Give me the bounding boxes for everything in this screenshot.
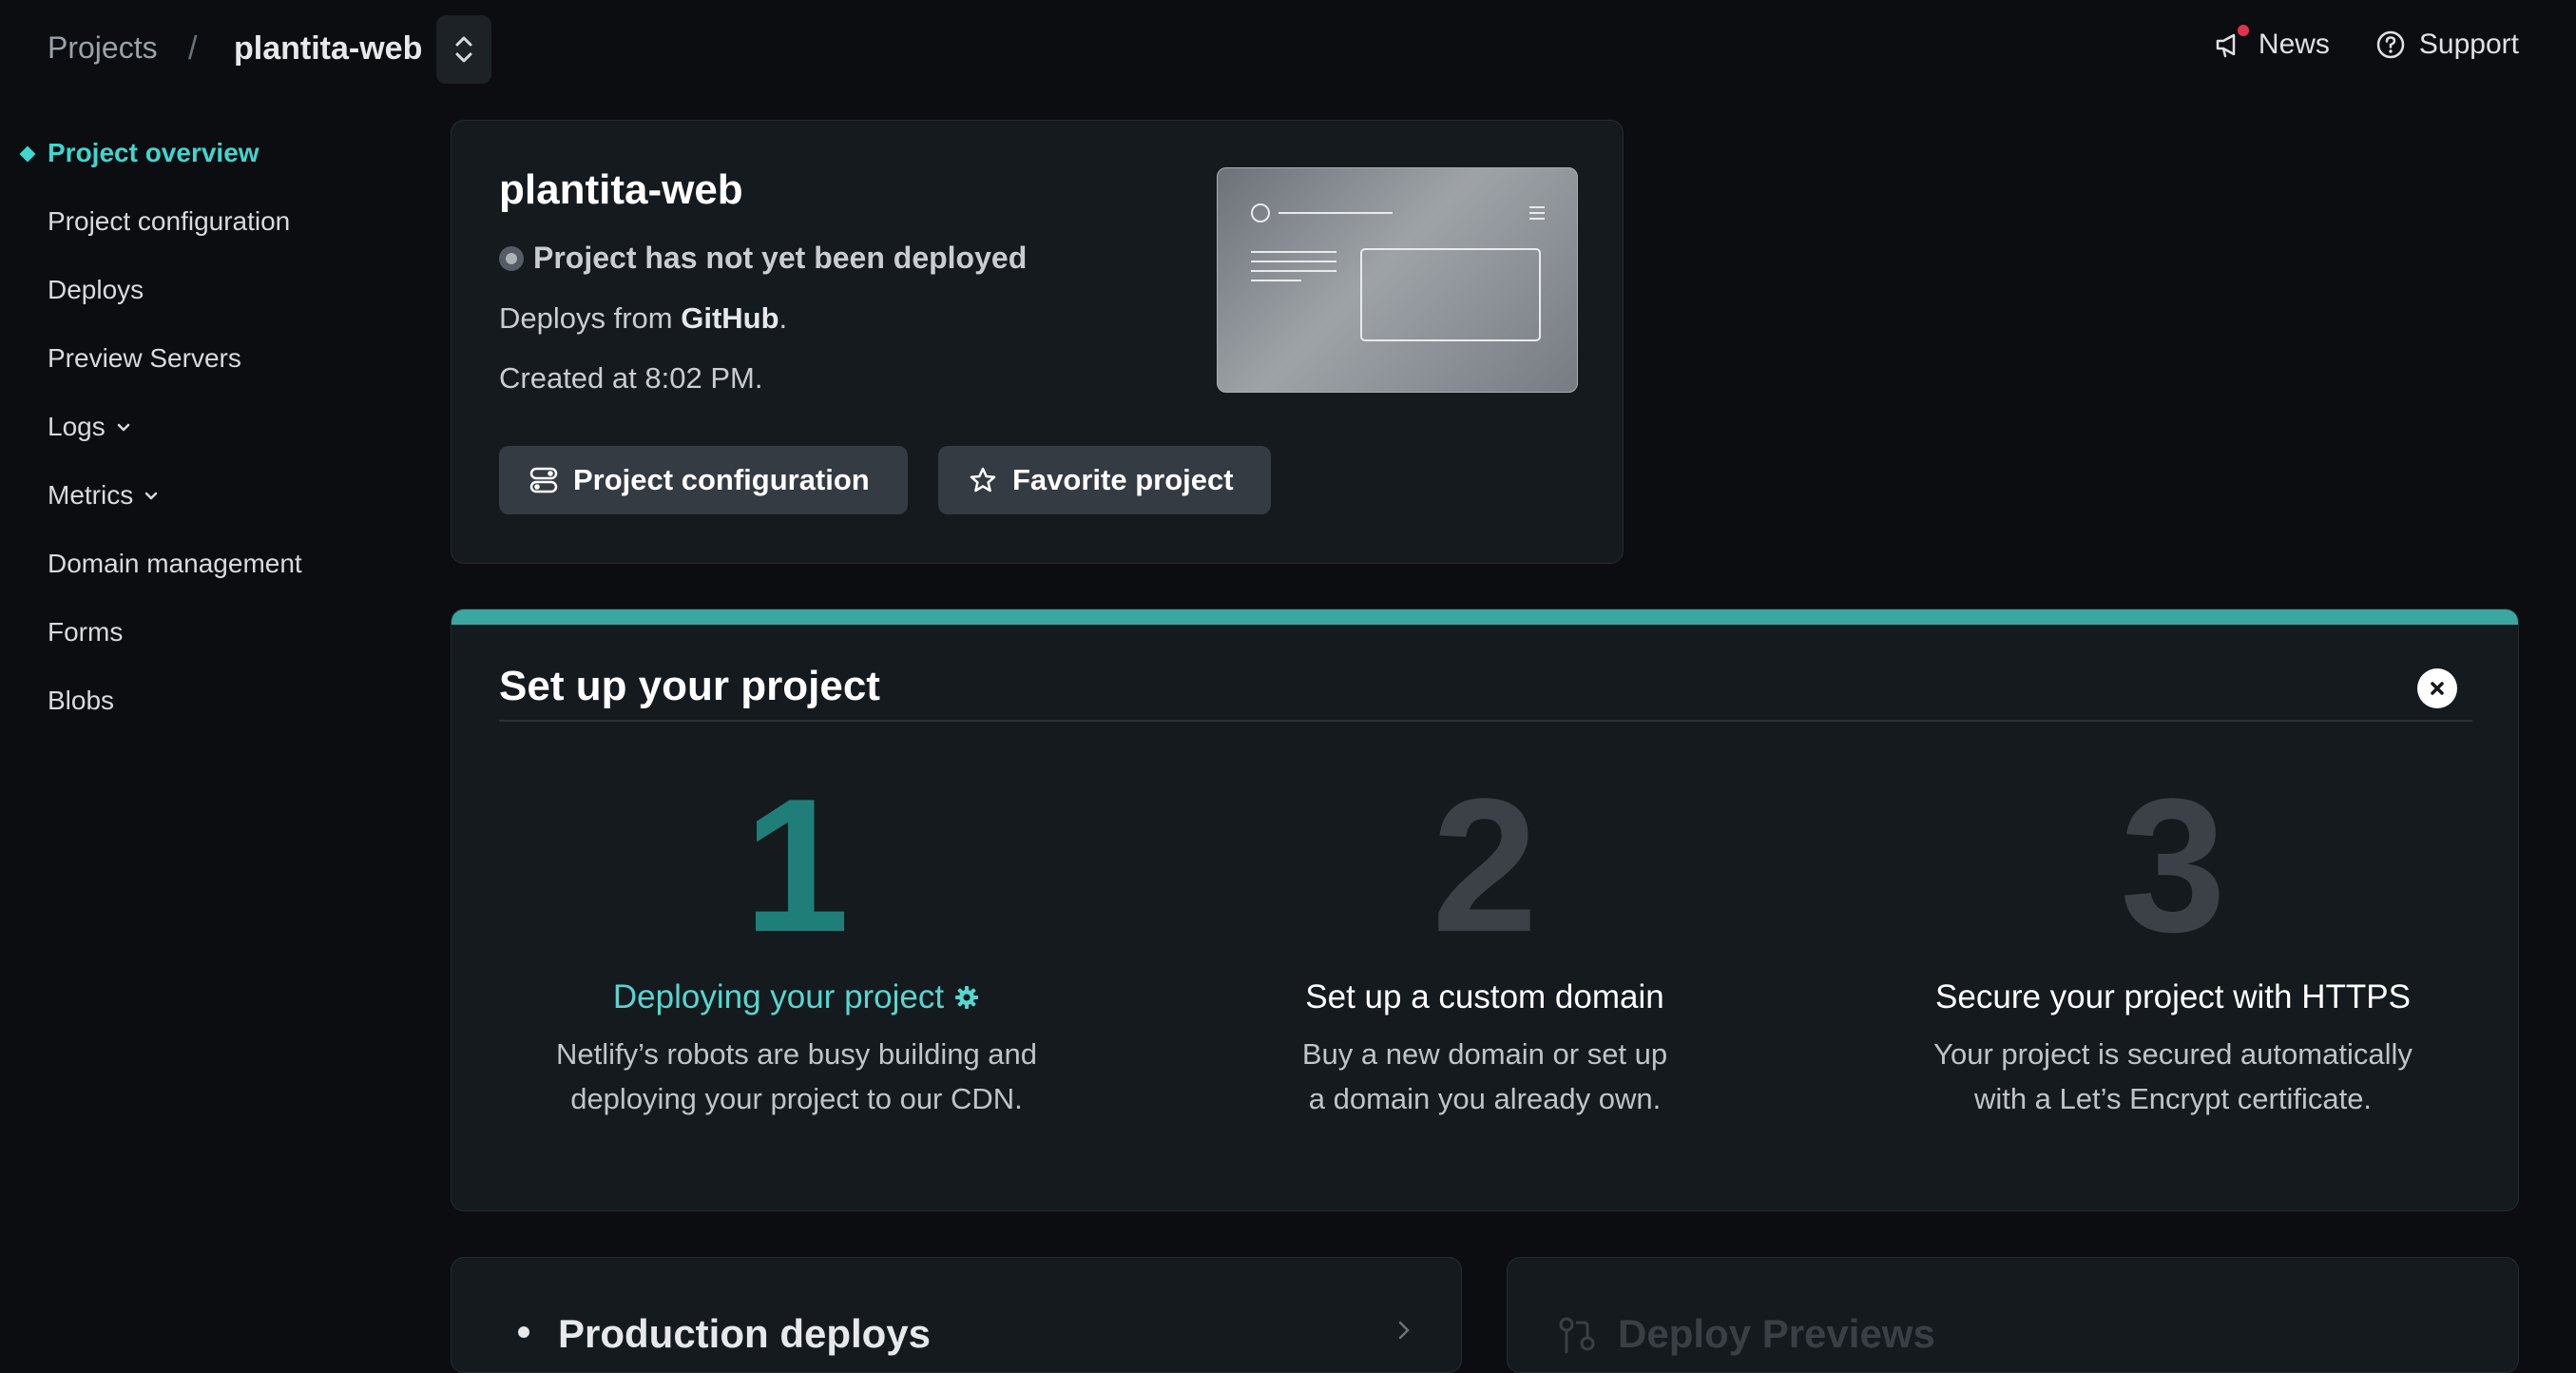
gear-icon — [955, 986, 979, 1009]
step-title[interactable]: Deploying your project — [464, 978, 1129, 1016]
deploy-source-prefix: Deploys from — [499, 301, 682, 335]
deploy-status: Project has not yet been deployed — [499, 241, 1027, 276]
created-time: Created at 8:02 PM. — [499, 361, 763, 395]
chevron-down-icon — [144, 492, 158, 500]
sidebar-item-label: Logs — [48, 412, 106, 441]
step-title-text: Secure your project with HTTPS — [1935, 978, 2411, 1015]
step-title-text: Deploying your project — [612, 978, 945, 1015]
setup-title: Set up your project — [499, 663, 880, 709]
favorite-project-button[interactable]: Favorite project — [938, 446, 1271, 514]
top-links: News Support — [2213, 25, 2519, 61]
setup-step-3: 3 Secure your project with HTTPS Your pr… — [1840, 771, 2506, 1121]
step-description: Your project is secured automatically wi… — [1840, 1032, 2506, 1121]
sidebar-item-domain-management[interactable]: Domain management — [48, 549, 302, 579]
sidebar-item-label: Blobs — [48, 686, 115, 715]
sidebar-item-deploys[interactable]: Deploys — [48, 275, 144, 305]
chevron-up-down-icon — [455, 36, 472, 63]
setup-project-card: Set up your project 1 Deploying your pro… — [451, 609, 2519, 1211]
megaphone-icon — [2213, 25, 2249, 61]
setup-step-1: 1 Deploying your project Netlify’s robot… — [464, 771, 1129, 1121]
setup-divider — [499, 720, 2472, 722]
question-circle-icon — [2376, 30, 2405, 59]
sidebar-item-label: Project overview — [48, 138, 260, 167]
project-switcher-button[interactable] — [436, 15, 491, 84]
breadcrumb-projects[interactable]: Projects — [48, 30, 158, 66]
setup-progress-bar — [452, 609, 2518, 625]
step-number: 1 — [743, 760, 850, 972]
step-description-line: Netlify’s robots are busy building and — [555, 1037, 1038, 1071]
sidebar-item-label: Metrics — [48, 480, 134, 510]
step-number: 2 — [1432, 760, 1538, 972]
close-icon — [2431, 682, 2444, 695]
production-deploys-icon — [518, 1326, 529, 1338]
wireframe-illustration — [1251, 203, 1545, 341]
star-icon — [970, 467, 996, 493]
breadcrumb-current-project[interactable]: plantita-web — [234, 30, 422, 68]
sidebar-item-project-overview[interactable]: Project overview — [19, 138, 260, 168]
sidebar-item-logs[interactable]: Logs — [48, 412, 132, 442]
step-title[interactable]: Set up a custom domain — [1152, 978, 1817, 1016]
sidebar-item-label: Forms — [48, 617, 124, 647]
support-link[interactable]: Support — [2375, 29, 2519, 61]
step-description-line: Buy a new domain or set up — [1301, 1037, 1668, 1071]
deploy-source-suffix: . — [779, 301, 788, 335]
sidebar-item-label: Project configuration — [48, 206, 291, 236]
sidebar-item-label: Domain management — [48, 549, 302, 578]
step-description-line: a domain you already own. — [1308, 1082, 1662, 1115]
arrow-right-icon — [1398, 1321, 1410, 1340]
sidebar-item-preview-servers[interactable]: Preview Servers — [48, 343, 241, 374]
site-preview-thumbnail[interactable] — [1217, 167, 1578, 393]
deploy-previews-card[interactable]: Deploy Previews — [1507, 1257, 2519, 1373]
breadcrumb-separator: / — [188, 30, 198, 67]
sidebar-item-label: Deploys — [48, 275, 144, 304]
production-deploys-card[interactable]: Production deploys — [451, 1257, 1462, 1373]
deploy-status-text: Project has not yet been deployed — [533, 241, 1028, 275]
step-description-line: Your project is secured automatically — [1933, 1037, 2413, 1071]
top-bar: Projects / plantita-web News Support — [0, 0, 2576, 105]
status-indicator-icon — [499, 245, 524, 271]
sidebar-item-project-configuration[interactable]: Project configuration — [48, 206, 290, 237]
sidebar-item-blobs[interactable]: Blobs — [48, 686, 114, 716]
step-description: Netlify’s robots are busy building and d… — [464, 1032, 1129, 1121]
news-label: News — [2258, 29, 2330, 60]
setup-step-2: 2 Set up a custom domain Buy a new domai… — [1152, 771, 1817, 1121]
step-description-line: with a Let’s Encrypt certificate. — [1973, 1082, 2373, 1115]
deploy-source: Deploys from GitHub. — [499, 301, 787, 336]
production-deploys-title: Production deploys — [558, 1311, 932, 1356]
favorite-project-button-label: Favorite project — [1012, 463, 1234, 496]
news-link[interactable]: News — [2213, 25, 2330, 61]
chevron-down-icon — [117, 423, 129, 432]
step-number: 3 — [2120, 760, 2226, 972]
deploy-previews-title: Deploy Previews — [1618, 1311, 1935, 1356]
sidebar-item-metrics[interactable]: Metrics — [48, 480, 160, 511]
toggle-icon — [529, 467, 558, 493]
project-configuration-button-label: Project configuration — [573, 463, 870, 496]
project-overview-card: plantita-web Project has not yet been de… — [451, 120, 1624, 564]
step-description-line: deploying your project to our CDN. — [570, 1082, 1023, 1115]
step-description: Buy a new domain or set up a domain you … — [1152, 1032, 1817, 1121]
sidebar-item-forms[interactable]: Forms — [48, 617, 123, 648]
support-label: Support — [2418, 29, 2519, 60]
project-configuration-button[interactable]: Project configuration — [499, 446, 908, 514]
active-indicator-icon — [19, 145, 36, 163]
step-title[interactable]: Secure your project with HTTPS — [1840, 978, 2506, 1016]
close-setup-button[interactable] — [2417, 668, 2457, 708]
project-title: plantita-web — [499, 166, 743, 213]
sidebar-item-label: Preview Servers — [48, 343, 241, 373]
deploy-source-name[interactable]: GitHub — [681, 301, 779, 335]
step-title-text: Set up a custom domain — [1305, 978, 1664, 1015]
news-notification-badge — [2237, 25, 2249, 36]
pull-request-icon — [1559, 1317, 1595, 1353]
